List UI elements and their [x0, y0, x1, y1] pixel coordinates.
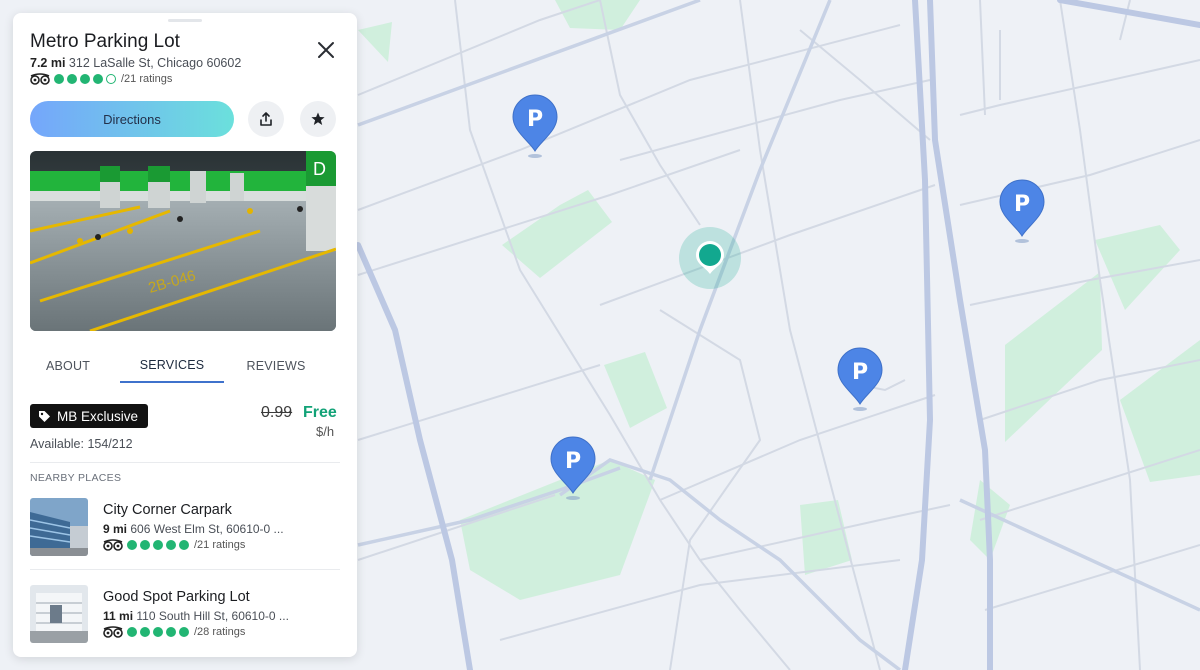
tab-reviews[interactable]: REVIEWS: [238, 348, 314, 383]
nearby-place-item[interactable]: City Corner Carpark 9 mi 606 West Elm St…: [30, 498, 350, 556]
rating-dot-filled: [67, 74, 77, 84]
parking-pin-letter: P: [527, 107, 543, 132]
new-price: Free: [303, 404, 337, 421]
close-icon: [318, 42, 334, 58]
availability: Available: 154/212: [30, 437, 133, 451]
rating-dot-filled: [166, 540, 176, 550]
parking-pin-letter: P: [565, 449, 581, 474]
nearby-place-name: Good Spot Parking Lot: [103, 589, 250, 605]
nearby-place-thumbnail: [30, 498, 88, 556]
place-tabs: ABOUT SERVICES REVIEWS: [13, 348, 357, 383]
panel-drag-handle[interactable]: [168, 19, 202, 22]
rating-dot-filled: [153, 540, 163, 550]
nearby-place-rating: /28 ratings: [103, 626, 245, 638]
place-meta: 7.2 mi 312 LaSalle St, Chicago 60602: [30, 56, 241, 70]
rating-dot-filled: [153, 627, 163, 637]
nearby-place-meta: 9 mi 606 West Elm St, 60610-0 ...: [103, 522, 284, 536]
nearby-place-address: 110 South Hill St, 60610-0 ...: [136, 609, 289, 623]
nearby-place-rating: /21 ratings: [103, 539, 245, 551]
place-title: Metro Parking Lot: [30, 31, 180, 52]
share-button[interactable]: [248, 101, 284, 137]
rating-dots: [127, 540, 189, 550]
tag-icon: [39, 410, 50, 422]
star-icon: [311, 112, 325, 125]
parking-pin-letter: P: [852, 360, 868, 385]
divider: [30, 462, 340, 463]
tab-about[interactable]: ABOUT: [30, 348, 106, 383]
rating-dot-filled: [93, 74, 103, 84]
rating-dot-filled: [54, 74, 64, 84]
rating-dot-filled: [80, 74, 90, 84]
price-unit: $/h: [316, 424, 335, 439]
rating-dot-filled: [140, 540, 150, 550]
nearby-place-address: 606 West Elm St, 60610-0 ...: [130, 522, 284, 536]
svg-text:D: D: [313, 159, 326, 179]
nearby-place-distance: 11 mi: [103, 609, 134, 623]
nearby-place-name: City Corner Carpark: [103, 502, 232, 518]
rating-dots: [127, 627, 189, 637]
parking-garage-image: D 2B-046: [30, 151, 336, 331]
directions-button[interactable]: Directions: [30, 101, 234, 137]
badge-label: MB Exclusive: [57, 408, 139, 424]
favorite-button[interactable]: [300, 101, 336, 137]
place-address: 312 LaSalle St, Chicago 60602: [68, 56, 242, 70]
rating-dot-filled: [179, 627, 189, 637]
place-details-panel: Metro Parking Lot 7.2 mi 312 LaSalle St,…: [13, 13, 357, 657]
tab-services[interactable]: SERVICES: [120, 348, 224, 383]
ratings-count: /21 ratings: [194, 539, 246, 551]
carpark-photo: [30, 498, 88, 556]
rating-dots: [54, 74, 116, 84]
share-icon: [260, 112, 272, 126]
rating-dot-filled: [166, 627, 176, 637]
rating-dot-filled: [127, 540, 137, 550]
rating-dot-filled: [179, 540, 189, 550]
nearby-place-thumbnail: [30, 585, 88, 643]
nearby-place-item[interactable]: Good Spot Parking Lot 11 mi 110 South Hi…: [30, 585, 350, 643]
divider: [30, 569, 340, 570]
place-rating: /21 ratings: [30, 73, 172, 85]
nearby-place-meta: 11 mi 110 South Hill St, 60610-0 ...: [103, 609, 289, 623]
rating-dot-filled: [140, 627, 150, 637]
tripadvisor-icon: [103, 626, 123, 638]
close-button[interactable]: [313, 37, 339, 63]
exclusive-badge: MB Exclusive: [30, 404, 149, 428]
parking-lot-photo: [30, 585, 88, 643]
place-distance: 7.2 mi: [30, 56, 66, 70]
ratings-count: /21 ratings: [121, 73, 173, 85]
parking-pin-letter: P: [1014, 192, 1030, 217]
old-price: 0.99: [261, 404, 293, 421]
tripadvisor-icon: [103, 539, 123, 551]
nearby-heading: NEARBY PLACES: [30, 472, 122, 484]
nearby-place-distance: 9 mi: [103, 522, 128, 536]
rating-dot-empty: [106, 74, 116, 84]
place-photo[interactable]: D 2B-046: [30, 151, 336, 331]
ratings-count: /28 ratings: [194, 626, 246, 638]
current-location-marker[interactable]: [679, 227, 741, 289]
rating-dot-filled: [127, 627, 137, 637]
tripadvisor-icon: [30, 73, 50, 85]
